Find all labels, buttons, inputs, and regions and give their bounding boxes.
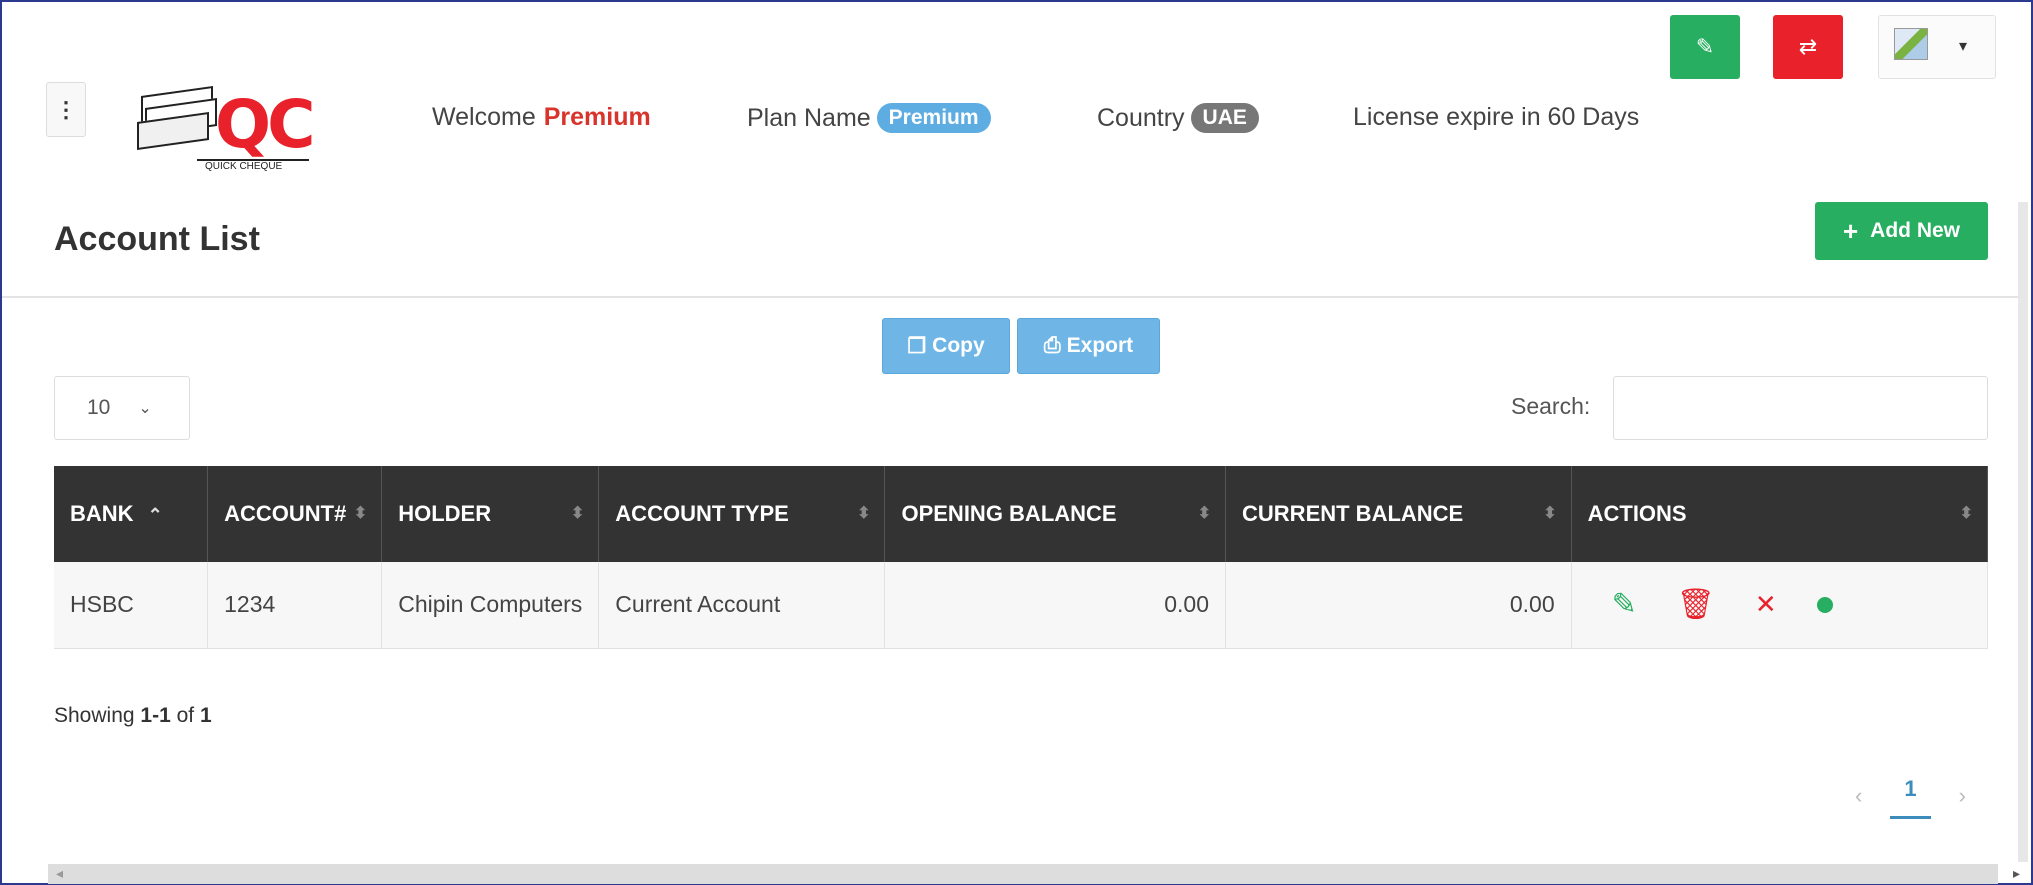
table-row: HSBC 1234 Chipin Computers Current Accou… [54,562,1989,649]
prev-page-icon[interactable]: ‹ [1855,783,1862,809]
page-length-select[interactable]: 10 ⌄ [54,376,190,440]
sort-asc-icon: ⌃ [147,505,163,525]
sort-icon: ⬍ [570,505,585,522]
switch-button[interactable]: ⇄ [1773,15,1843,79]
logo-subtext: QUICK CHEQUE [197,159,309,172]
col-actions[interactable]: ACTIONS ⬍ [1571,466,1989,562]
app-frame: ✎ ⇄ ▾ ⋮ QC QUICK CHEQUE Welcome Premium … [0,0,2033,885]
add-new-button[interactable]: + Add New [1815,202,1988,260]
cell-current-balance: 0.00 [1225,562,1572,649]
copy-icon: ❐ [907,334,927,358]
copy-label: Copy [932,334,985,357]
plus-icon: + [1842,215,1859,246]
logo-text: QC [215,86,316,163]
edit-profile-button[interactable]: ✎ [1670,15,1740,79]
search-input[interactable] [1613,376,1988,440]
table-info: Showing 1-1 of 1 [54,704,212,727]
export-button[interactable]: ⎙ Export [1017,318,1160,374]
cell-holder: Chipin Computers [381,562,600,649]
vertical-scrollbar[interactable] [2018,202,2028,862]
sort-icon: ⬍ [353,505,368,522]
country-label: Country [1097,103,1185,132]
trash-icon[interactable]: 🗑 [1677,587,1715,622]
sidebar-toggle-button[interactable]: ⋮ [46,82,86,137]
cheque-stack-icon [137,85,225,151]
edit-icon: ✎ [1695,34,1715,59]
plan-badge: Premium [876,103,991,133]
sort-icon: ⬍ [1543,505,1557,522]
country-info: Country UAE [1097,103,1259,133]
page-1[interactable]: 1 [1890,772,1931,819]
sort-icon: ⬍ [857,505,871,522]
export-label: Export [1066,334,1134,357]
print-icon: ⎙ [1043,334,1061,357]
welcome-name: Premium [543,103,651,131]
license-text: License expire in 60 Days [1353,103,1640,131]
search-label: Search: [1511,393,1591,419]
welcome-text: Welcome Premium [432,103,651,132]
next-page-icon[interactable]: › [1959,783,1966,809]
swap-icon: ⇄ [1798,34,1818,59]
horizontal-scrollbar[interactable]: ◂ ▸ [48,864,2020,884]
plan-info: Plan Name Premium [747,103,991,133]
pencil-icon[interactable]: ✎ [1612,587,1637,622]
cell-account-type: Current Account [598,562,886,649]
col-account-type[interactable]: ACCOUNT TYPE ⬍ [598,466,886,562]
cell-opening-balance: 0.00 [884,562,1227,649]
copy-button[interactable]: ❐ Copy [882,318,1010,374]
chevron-down-icon: ⌄ [138,400,152,417]
cell-bank: HSBC [54,562,209,649]
user-menu-dropdown[interactable]: ▾ [1878,15,1996,79]
country-badge: UAE [1190,103,1259,133]
col-account[interactable]: ACCOUNT# ⬍ [207,466,383,562]
pagination: ‹ 1 › [1855,772,1966,819]
page-length-value: 10 [87,396,111,419]
scroll-right-icon[interactable]: ▸ [2013,865,2020,882]
sort-icon: ⬍ [1959,505,1973,522]
col-current-balance[interactable]: CURRENT BALANCE ⬍ [1225,466,1572,562]
col-opening-balance[interactable]: OPENING BALANCE ⬍ [884,466,1227,562]
scroll-left-icon[interactable]: ◂ [56,865,63,882]
welcome-label: Welcome [432,103,536,131]
kebab-menu-icon: ⋮ [55,96,77,122]
divider [2,296,2022,298]
logo[interactable]: QC QUICK CHEQUE [137,85,316,172]
table-header-row: BANK ⌃ ACCOUNT# ⬍ HOLDER ⬍ ACCOUNT TYPE ⬍ OP… [54,466,1989,562]
col-bank[interactable]: BANK ⌃ [54,466,209,562]
page-title: Account List [54,220,260,258]
bell-slash-icon[interactable]: ✕ [1755,589,1777,620]
sort-icon: ⬍ [1197,505,1212,522]
avatar [1894,28,1928,60]
accounts-table: BANK ⌃ ACCOUNT# ⬍ HOLDER ⬍ ACCOUNT TYPE ⬍ OP… [54,466,1989,649]
status-dot-icon[interactable] [1816,596,1833,613]
caret-down-icon: ▾ [1959,38,1968,55]
cell-actions: ✎ 🗑 ✕ [1571,562,1989,649]
add-new-label: Add New [1870,219,1961,242]
plan-label: Plan Name [747,103,871,132]
cell-account: 1234 [207,562,383,649]
col-holder[interactable]: HOLDER ⬍ [381,466,600,562]
